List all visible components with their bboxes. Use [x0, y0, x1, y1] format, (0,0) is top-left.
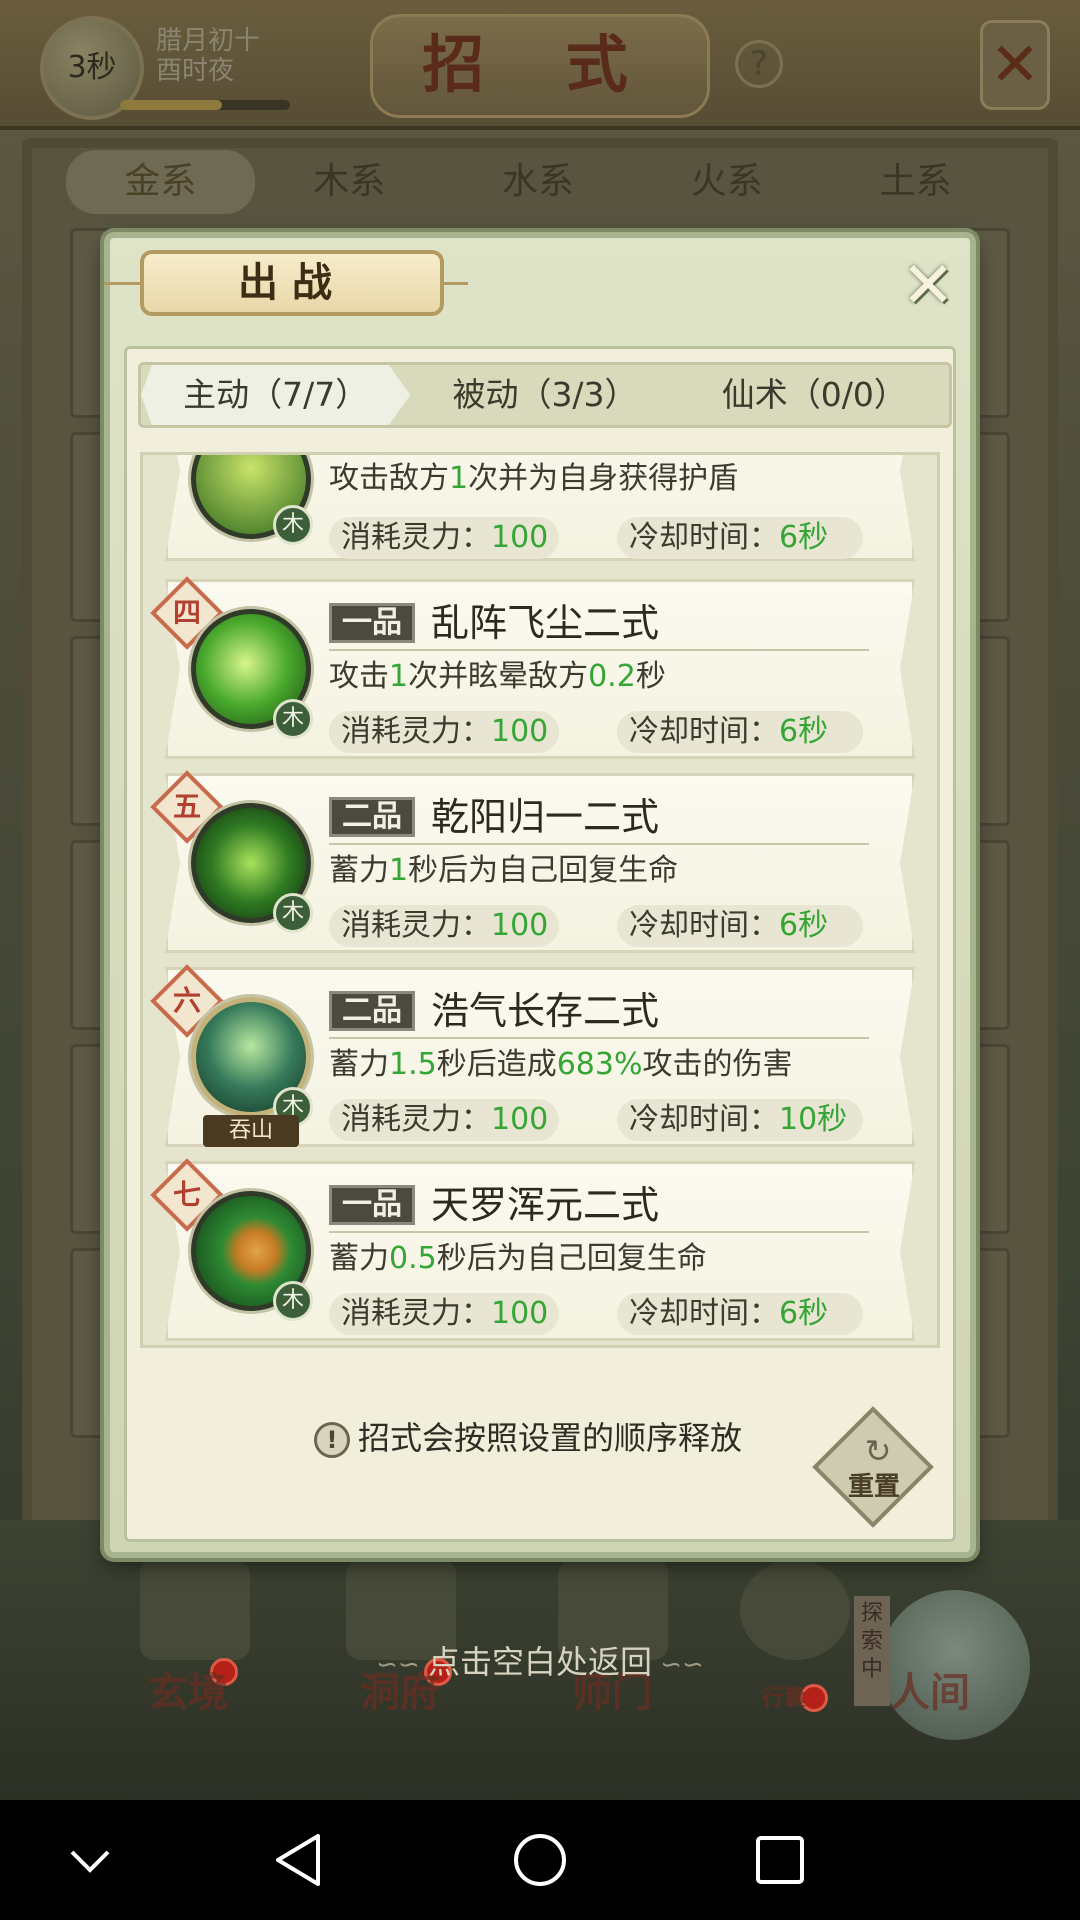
grade-tag: 一品: [329, 603, 415, 643]
tab-water[interactable]: 水系: [444, 150, 633, 214]
grade-tag: 二品: [329, 797, 415, 837]
wood-element-badge: 木: [273, 699, 313, 739]
title-ornament: [104, 282, 144, 285]
scroll-ornament-left: ∽∽: [376, 1650, 428, 1680]
skill-type-tabs: 主动（7/7） 被动（3/3） 仙术（0/0）: [138, 362, 952, 428]
modal-title: 出战: [140, 250, 444, 316]
tab-immortal-arts[interactable]: 仙术（0/0）: [679, 365, 949, 425]
bg-close-icon[interactable]: ✕: [980, 20, 1050, 110]
skill-desc: 蓄力0.5秒后为自己回复生命: [329, 1241, 707, 1276]
grade-tag: 二品: [329, 991, 415, 1031]
skill-desc: 攻击1次并眩晕敌方0.2秒: [329, 659, 666, 694]
tab-passive-skills[interactable]: 被动（3/3）: [410, 365, 680, 425]
skill-desc: 蓄力1.5秒后造成683%攻击的伤害: [329, 1047, 793, 1082]
mana-cost: 消耗灵力：100: [329, 905, 559, 947]
return-hint-text: 点击空白处返回: [427, 1643, 652, 1681]
skill-desc: 攻击敌方1次并为自身获得护盾: [329, 461, 739, 496]
order-hint: ! 招式会按照设置的顺序释放: [314, 1416, 742, 1460]
cooldown: 冷却时间：10秒: [617, 1099, 863, 1141]
hint-text: 招式会按照设置的顺序释放: [358, 1419, 743, 1457]
cooldown: 冷却时间：6秒: [617, 1293, 863, 1335]
mana-cost: 消耗灵力：100: [329, 517, 559, 559]
tab-active-skills[interactable]: 主动（7/7）: [141, 365, 411, 425]
divider: [329, 649, 869, 651]
divider: [329, 1037, 869, 1039]
scroll-ornament-right: ∽∽: [652, 1650, 704, 1680]
help-icon[interactable]: ?: [735, 40, 783, 88]
date-label: 腊月初十 酉时夜: [156, 26, 260, 86]
tab-earth[interactable]: 土系: [821, 150, 1010, 214]
skill-desc: 蓄力1秒后为自己回复生命: [329, 853, 679, 888]
mana-cost: 消耗灵力：100: [329, 1293, 559, 1335]
system-nav-bar: [0, 1800, 1080, 1920]
wood-element-badge: 木: [273, 1281, 313, 1321]
recents-icon[interactable]: [740, 1824, 820, 1896]
tab-metal[interactable]: 金系: [66, 150, 255, 214]
cooldown: 冷却时间：6秒: [617, 711, 863, 753]
reset-label: 重置: [847, 1472, 900, 1502]
skill-name: 乾阳归一二式: [431, 795, 660, 839]
element-tabs: 金系 木系 水系 火系 土系: [66, 150, 1010, 214]
skill-name: 浩气长存二式: [431, 989, 660, 1033]
chevron-down-icon[interactable]: [50, 1824, 130, 1896]
page-title: 招 式: [370, 14, 710, 118]
refresh-icon: ↻: [864, 1432, 892, 1470]
mana-cost: 消耗灵力：100: [329, 711, 559, 753]
wood-element-badge: 木: [273, 893, 313, 933]
wood-element-badge: 木: [273, 505, 313, 545]
divider: [329, 1231, 869, 1233]
tab-wood[interactable]: 木系: [255, 150, 444, 214]
home-icon[interactable]: [500, 1824, 580, 1896]
back-icon[interactable]: [260, 1824, 340, 1896]
skill-name: 乱阵飞尘二式: [431, 601, 660, 645]
skill-name: 天罗浑元二式: [431, 1183, 660, 1227]
close-icon[interactable]: ✕: [894, 254, 962, 322]
divider: [329, 843, 869, 845]
date-line-2: 酉时夜: [156, 56, 235, 86]
grade-tag: 一品: [329, 1185, 415, 1225]
mana-cost: 消耗灵力：100: [329, 1099, 559, 1141]
cooldown: 冷却时间：6秒: [617, 517, 863, 559]
exclamation-icon: !: [314, 1422, 350, 1458]
cooldown: 冷却时间：6秒: [617, 905, 863, 947]
skill-list[interactable]: 木 攻击敌方1次并为自身获得护盾 消耗灵力：100 冷却时间：6秒 四 木 一品…: [140, 452, 940, 1348]
time-progress-bar: [120, 100, 290, 110]
date-line-1: 腊月初十: [156, 26, 261, 56]
tap-blank-to-return[interactable]: ∽∽ 点击空白处返回 ∽∽: [0, 1640, 1080, 1687]
sub-name-tag: 吞山: [203, 1115, 299, 1147]
tab-fire[interactable]: 火系: [632, 150, 821, 214]
